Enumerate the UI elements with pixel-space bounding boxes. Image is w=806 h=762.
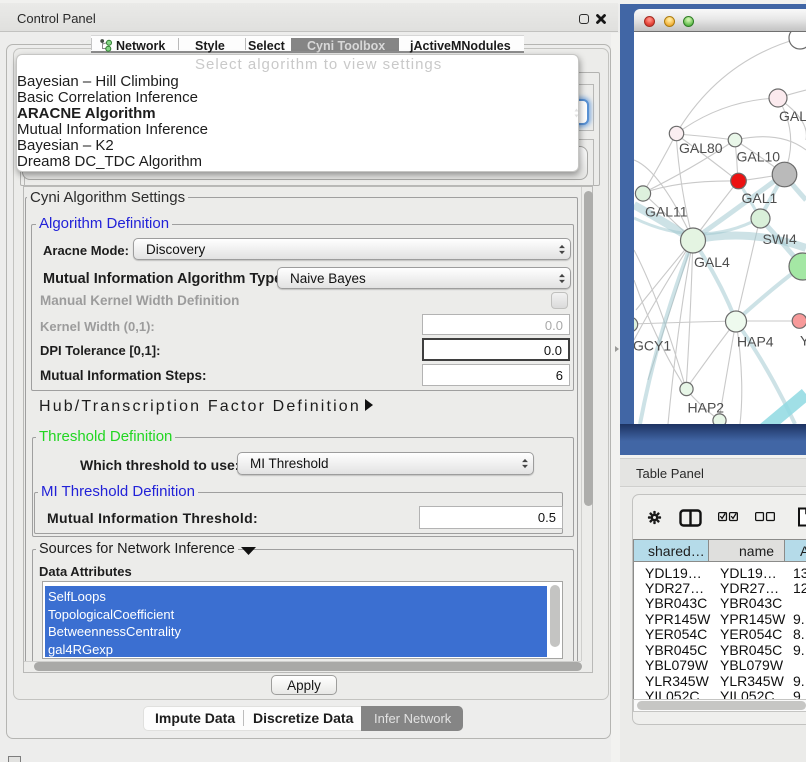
svg-text:GCY1: GCY1 (634, 338, 671, 354)
svg-text:GAL2: GAL2 (779, 108, 806, 124)
svg-text:GAL80: GAL80 (679, 140, 723, 156)
svg-text:GAL4: GAL4 (694, 254, 730, 270)
svg-text:GAL10: GAL10 (737, 149, 781, 165)
svg-text:HAP4: HAP4 (737, 334, 774, 350)
svg-text:GAL11: GAL11 (645, 204, 688, 220)
svg-text:GAL1: GAL1 (742, 190, 778, 206)
svg-text:SWI4: SWI4 (763, 231, 797, 247)
svg-text:YJ: YJ (800, 333, 806, 349)
svg-text:HAP2: HAP2 (688, 400, 725, 416)
